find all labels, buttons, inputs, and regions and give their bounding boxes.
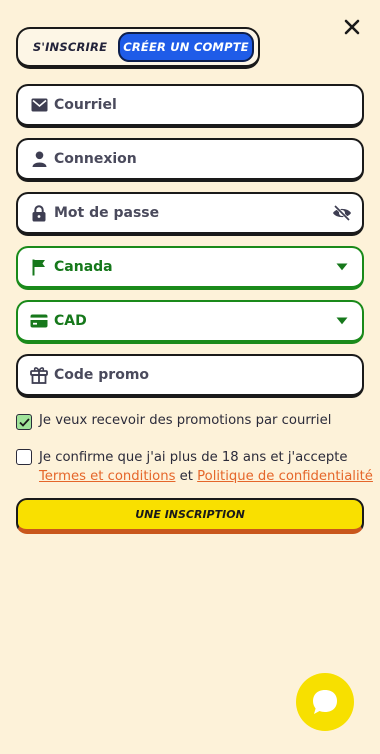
submit-button[interactable]: UNE INSCRIPTION <box>16 498 364 534</box>
country-value: Canada <box>54 259 113 275</box>
country-select[interactable]: Canada <box>16 246 364 290</box>
terms-link[interactable]: Termes et conditions <box>39 469 175 484</box>
envelope-icon <box>30 96 48 114</box>
currency-value: CAD <box>54 313 87 329</box>
chevron-down-icon[interactable] <box>332 257 352 277</box>
chevron-down-icon[interactable] <box>332 311 352 331</box>
card-icon <box>30 312 48 330</box>
terms-and: et <box>175 469 198 484</box>
lock-icon <box>30 204 48 222</box>
promotions-option: Je veux recevoir des promotions par cour… <box>16 413 331 430</box>
user-icon <box>30 150 48 168</box>
email-input[interactable] <box>54 97 304 113</box>
auth-tabs: S'INSCRIRE CRÉER UN COMPTE <box>16 27 260 69</box>
chat-button[interactable] <box>296 673 354 731</box>
terms-checkbox[interactable] <box>16 449 32 465</box>
currency-select[interactable]: CAD <box>16 300 364 344</box>
tab-register[interactable]: CRÉER UN COMPTE <box>118 32 254 62</box>
username-input[interactable] <box>54 151 304 167</box>
password-input[interactable] <box>54 205 304 221</box>
promotions-checkbox[interactable] <box>16 414 32 430</box>
tab-login[interactable]: S'INSCRIRE <box>22 32 118 62</box>
close-icon <box>344 19 360 35</box>
gift-icon <box>30 366 48 384</box>
promo-input[interactable] <box>54 367 304 383</box>
terms-option: Je confirme que j'ai plus de 18 ans et j… <box>16 448 373 486</box>
flag-icon <box>30 258 48 276</box>
chat-bubble-icon <box>313 690 337 714</box>
terms-label: Je confirme que j'ai plus de 18 ans et j… <box>39 450 348 465</box>
close-button[interactable] <box>342 17 362 37</box>
terms-text-block: Je confirme que j'ai plus de 18 ans et j… <box>39 448 373 486</box>
check-icon <box>18 417 30 427</box>
password-field[interactable] <box>16 192 364 236</box>
promotions-label: Je veux recevoir des promotions par cour… <box>39 413 332 428</box>
username-field[interactable] <box>16 138 364 182</box>
privacy-link[interactable]: Politique de confidentialité <box>197 469 373 484</box>
email-field[interactable] <box>16 84 364 128</box>
eye-off-icon[interactable] <box>332 203 352 223</box>
promo-field[interactable] <box>16 354 364 398</box>
